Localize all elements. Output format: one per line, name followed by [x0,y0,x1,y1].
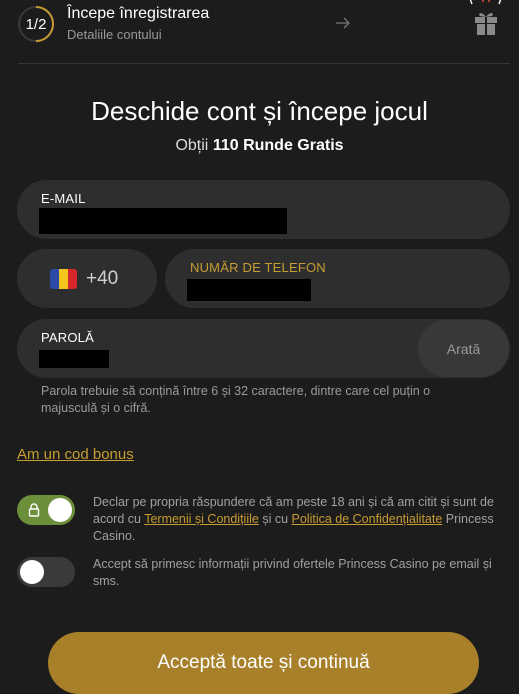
gift-sparkle-icon [469,0,502,5]
password-label: PAROLĂ [41,330,94,345]
terms-text-part-2: și cu [262,512,289,526]
step-title: Începe înregistrarea [67,5,210,22]
country-code-value: +40 [86,267,119,289]
country-code-select[interactable]: +40 [17,249,157,308]
header-divider [18,63,510,64]
marketing-consent-text: Accept să primesc informații privind ofe… [93,557,492,588]
phone-value-redacted [187,279,311,301]
privacy-policy-link[interactable]: Politica de Confidențialitate [292,512,443,526]
marketing-toggle[interactable] [17,557,75,587]
email-field[interactable]: E-MAIL [17,180,510,239]
step-subtitle: Detaliile contului [67,27,162,42]
terms-consent-text: Declar pe propria răspundere că am peste… [93,494,505,545]
terms-link[interactable]: Termenii și Condițiile [144,512,259,526]
email-label: E-MAIL [41,191,86,206]
email-value-redacted [39,208,287,234]
password-hint: Parola trebuie să conțină între 6 și 32 … [41,384,431,415]
subtitle-bonus: 110 Runde Gratis [212,137,344,154]
terms-toggle[interactable] [17,495,75,525]
subtitle-prefix: Obții [175,137,209,154]
arrow-right-icon[interactable] [334,14,352,32]
accept-continue-button[interactable]: Acceptă toate și continuă [48,632,479,694]
toggle-knob [48,498,72,522]
page-subtitle: Obții 110 Runde Gratis [0,137,519,155]
page-title: Deschide cont și începe jocul [91,96,428,126]
password-value-redacted [39,350,109,368]
phone-field[interactable]: NUMĂR DE TELEFON [165,249,510,308]
lock-icon [28,503,40,517]
romania-flag-icon [50,268,77,289]
toggle-knob [20,560,44,584]
bonus-code-link[interactable]: Am un cod bonus [17,446,134,463]
show-password-label: Arată [446,340,481,357]
show-password-button[interactable]: Arată [418,320,509,377]
accept-continue-label: Acceptă toate și continuă [157,652,370,673]
phone-label: NUMĂR DE TELEFON [190,260,326,275]
step-progress-arc-icon [35,6,54,42]
gift-icon[interactable] [472,8,500,36]
